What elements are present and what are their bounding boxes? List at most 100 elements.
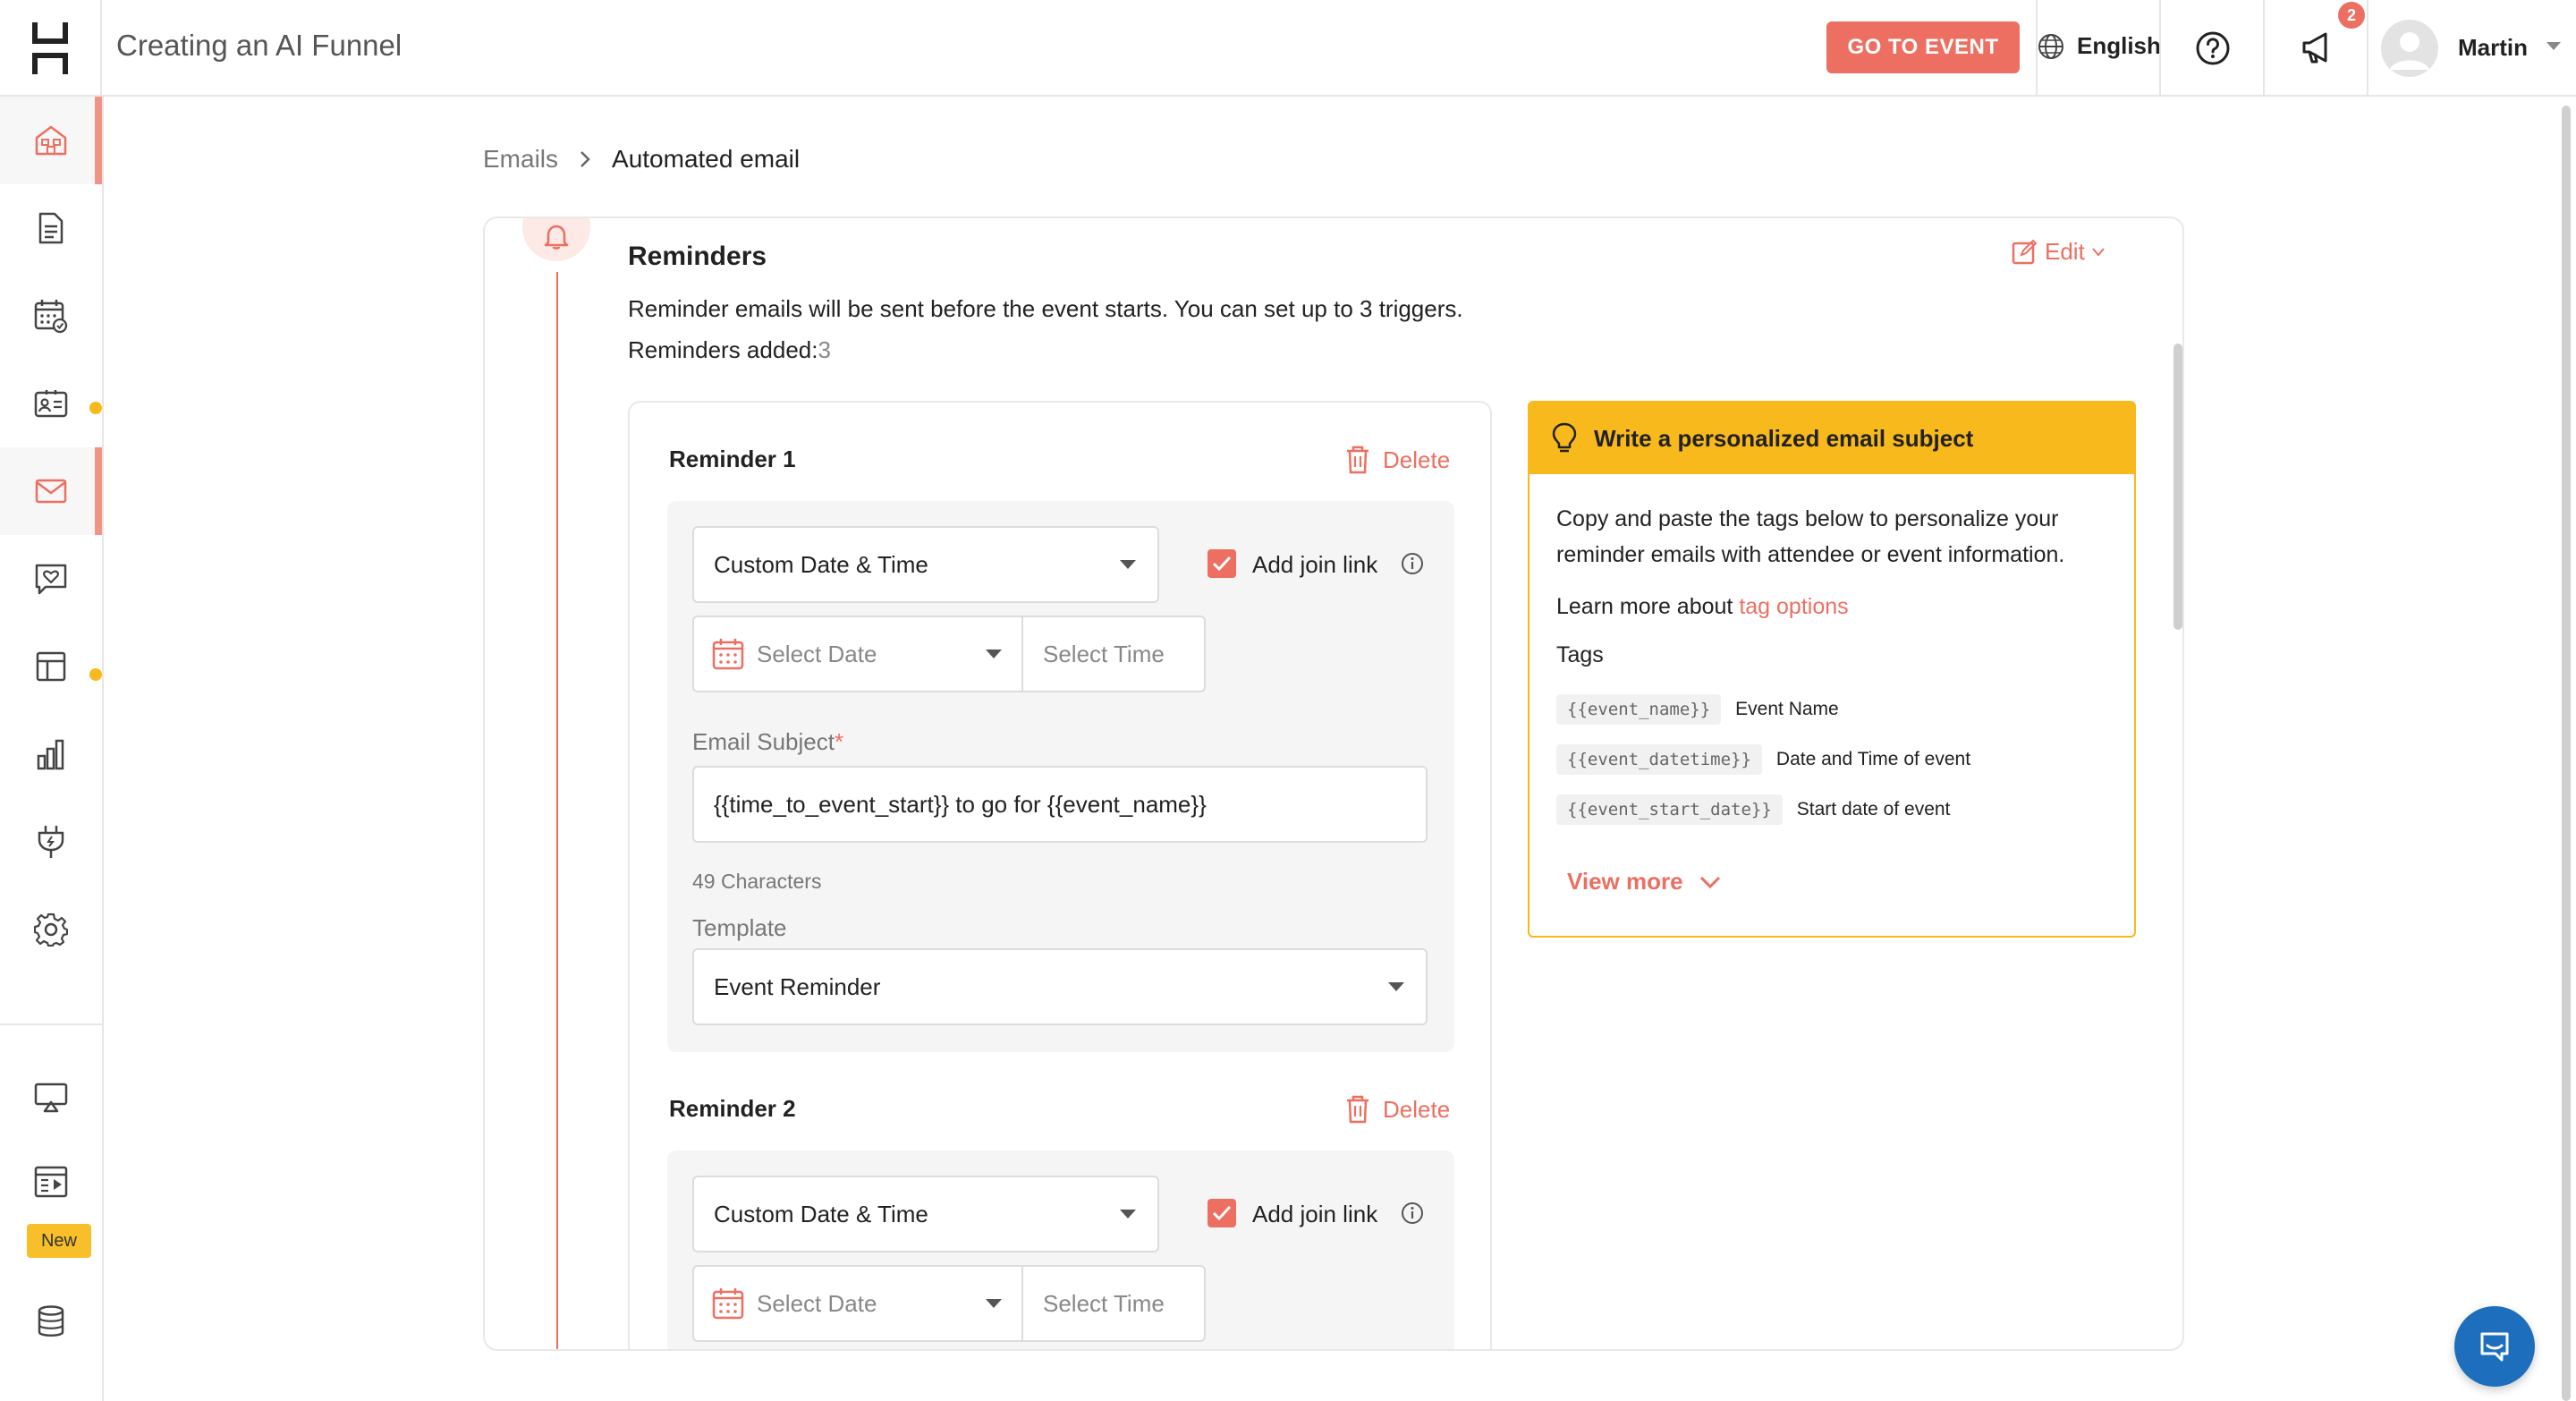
email-subject-value: {{time_to_event_start}} to go for {{even… (714, 790, 1207, 818)
sidebar: New (0, 97, 104, 1401)
email-subject-label-text: Email Subject (692, 728, 835, 755)
chevron-down-icon[interactable] (2546, 41, 2562, 52)
sidebar-item-integrations[interactable] (0, 798, 102, 886)
delete-reminder-button[interactable]: Delete (1345, 1095, 1450, 1124)
reminder-settings-panel: Custom Date & Time Add join link Select … (667, 501, 1454, 1052)
select-date-field[interactable]: Select Date (692, 616, 1023, 692)
schedule-select[interactable]: Custom Date & Time (692, 1176, 1159, 1252)
select-time-placeholder: Select Time (1043, 640, 1165, 667)
edit-icon (2012, 239, 2038, 264)
sidebar-item-attendees[interactable] (0, 360, 102, 447)
chat-button[interactable] (2454, 1306, 2535, 1387)
lightbulb-icon (1552, 422, 1577, 453)
status-dot (89, 402, 102, 414)
language-selector[interactable]: English (2038, 32, 2161, 60)
add-join-link-checkbox[interactable] (1208, 1199, 1236, 1227)
add-join-link-checkbox[interactable] (1208, 549, 1236, 578)
select-date-field[interactable]: Select Date (692, 1265, 1023, 1342)
tag-code[interactable]: {{event_datetime}} (1556, 744, 1762, 775)
notification-badge: 2 (2338, 2, 2365, 29)
info-icon[interactable] (1401, 552, 1424, 575)
select-date-placeholder: Select Date (757, 640, 877, 667)
contact-card-icon (34, 390, 68, 418)
select-date-placeholder: Select Date (757, 1289, 877, 1317)
sidebar-item-emails[interactable] (0, 447, 102, 535)
trash-icon (1347, 446, 1368, 474)
avatar[interactable] (2381, 20, 2438, 77)
sidebar-item-documents[interactable] (0, 184, 102, 272)
sidebar-item-home[interactable] (0, 97, 102, 184)
schedule-select[interactable]: Custom Date & Time (692, 526, 1159, 603)
sidebar-item-settings[interactable] (0, 886, 102, 973)
tag-description: Date and Time of event (1775, 749, 1971, 769)
character-count: 49 Characters (692, 870, 822, 893)
home-icon (35, 125, 67, 156)
personalize-tip-panel: Write a personalized email subject Copy … (1528, 401, 2136, 938)
bar-chart-icon (37, 739, 64, 770)
go-to-event-button[interactable]: GO TO EVENT (1826, 21, 2020, 73)
breadcrumb: Emails Automated email (483, 145, 800, 174)
tag-code[interactable]: {{event_name}} (1556, 694, 1722, 725)
chevron-right-icon (580, 150, 590, 168)
new-badge: New (27, 1224, 91, 1258)
layout-icon (36, 651, 66, 682)
email-subject-input[interactable]: {{time_to_event_start}} to go for {{even… (692, 766, 1428, 843)
section-title: Reminders (628, 242, 767, 271)
help-icon (2196, 31, 2230, 65)
reminder-title: Reminder 2 (669, 1095, 796, 1122)
user-avatar-icon (2390, 32, 2429, 70)
tag-row: {{event_name}} Event Name (1556, 694, 1839, 725)
reminders-list: Reminder 1 Delete Custom Date & Time Add… (628, 401, 1492, 1349)
sidebar-item-present[interactable] (0, 1054, 102, 1142)
sidebar-item-schedule[interactable] (0, 272, 102, 360)
tag-options-link[interactable]: tag options (1739, 594, 1848, 619)
chevron-down-icon (2092, 247, 2105, 257)
sidebar-item-analytics[interactable] (0, 710, 102, 798)
sidebar-item-layout[interactable] (0, 623, 102, 710)
divider (2159, 0, 2161, 97)
caret-down-icon (1120, 560, 1136, 569)
announcements-button[interactable] (2299, 29, 2336, 66)
sidebar-item-data[interactable] (0, 1278, 102, 1365)
page-scrollbar[interactable] (2562, 106, 2571, 1401)
delete-label: Delete (1383, 1095, 1451, 1123)
sidebar-item-engagement[interactable] (0, 535, 102, 623)
checkmark-icon (1212, 556, 1232, 572)
add-join-link-label[interactable]: Add join link (1252, 551, 1377, 579)
tags-label: Tags (1556, 642, 1604, 667)
delete-reminder-button[interactable]: Delete (1345, 446, 1450, 474)
logo-icon (32, 22, 68, 74)
timeline-line (556, 272, 558, 1349)
sidebar-item-video-library[interactable] (0, 1138, 102, 1226)
app-logo[interactable] (0, 0, 102, 97)
view-more-button[interactable]: View more (1567, 868, 1721, 896)
globe-icon (2038, 33, 2063, 59)
template-select[interactable]: Event Reminder (692, 948, 1428, 1025)
tag-description: Start date of event (1796, 799, 1951, 819)
reminders-count-value: 3 (818, 336, 831, 363)
tag-code[interactable]: {{event_start_date}} (1556, 794, 1783, 825)
mail-icon (35, 479, 67, 504)
caret-down-icon (986, 1299, 1002, 1308)
plug-icon (38, 826, 64, 858)
edit-button[interactable]: Edit (2011, 238, 2105, 266)
card-scrollbar[interactable] (2174, 344, 2182, 630)
schedule-value: Custom Date & Time (714, 1200, 928, 1227)
add-join-link-label[interactable]: Add join link (1252, 1201, 1377, 1228)
tip-learn-prefix: Learn more about (1556, 594, 1733, 619)
breadcrumb-emails-link[interactable]: Emails (483, 145, 558, 174)
select-time-field[interactable]: Select Time (1021, 616, 1206, 692)
user-name[interactable]: Martin (2458, 34, 2528, 62)
document-icon (38, 212, 64, 244)
status-dot (89, 668, 102, 681)
email-subject-label: Email Subject* (692, 728, 843, 756)
section-description: Reminder emails will be sent before the … (628, 295, 1463, 322)
view-more-label: View more (1567, 868, 1683, 895)
select-time-field[interactable]: Select Time (1021, 1265, 1206, 1342)
template-value: Event Reminder (714, 972, 881, 1000)
calendar-icon (34, 300, 68, 334)
reminders-card: Reminders Edit Reminder emails will be s… (483, 217, 2184, 1351)
help-button[interactable] (2195, 30, 2231, 66)
info-icon[interactable] (1401, 1201, 1424, 1225)
reminders-count-label: Reminders added: (628, 336, 818, 363)
